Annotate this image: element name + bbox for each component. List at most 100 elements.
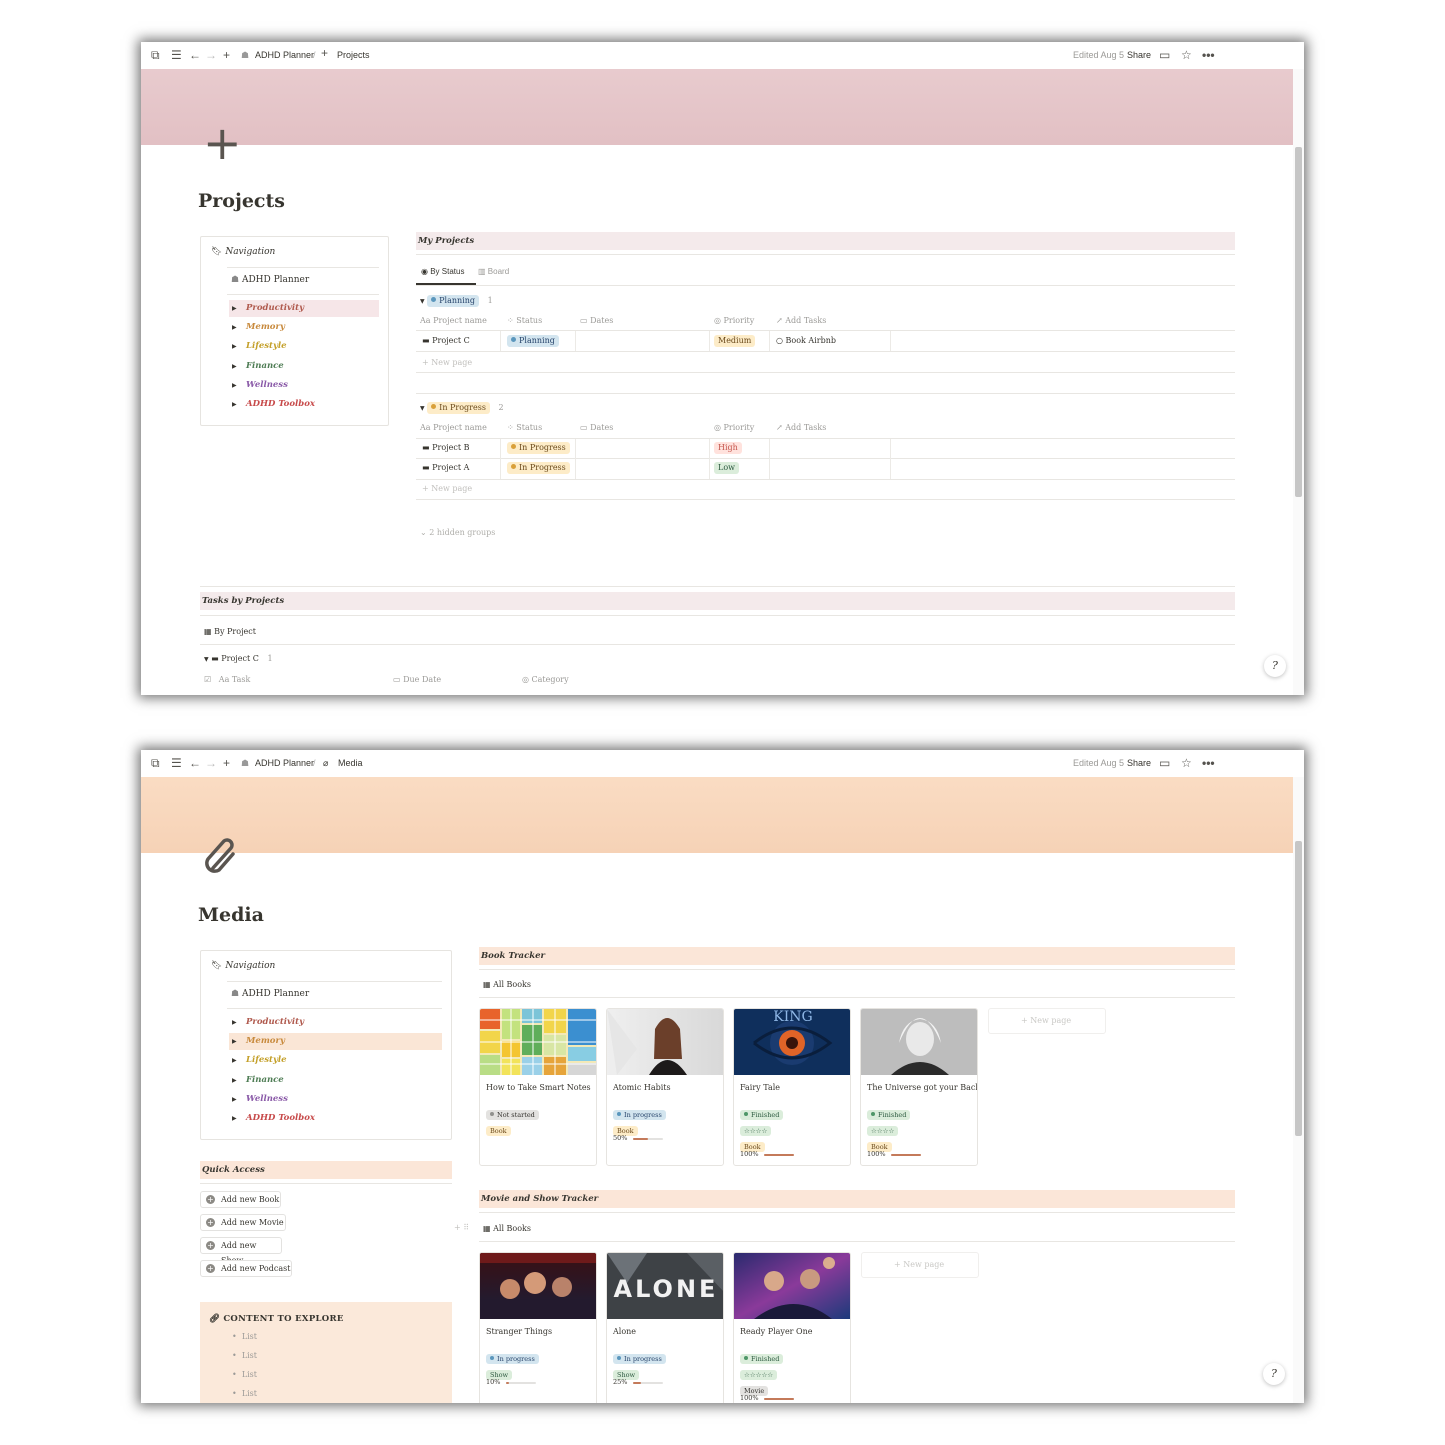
nav-item-adhd-toolbox[interactable]: ▶ ADHD Toolbox xyxy=(229,396,379,413)
table-row[interactable]: ▬ Project C xyxy=(422,336,470,345)
nav-item-wellness[interactable]: ▶ Wellness xyxy=(229,377,379,394)
book-card[interactable]: The Universe got your Back Finished ☆☆☆☆… xyxy=(860,1008,978,1166)
content-to-explore-heading: 🔗︎ CONTENT TO EXPLORE xyxy=(209,1314,344,1324)
more-icon[interactable]: ••• xyxy=(1202,49,1215,62)
link-icon: 🔗︎ xyxy=(209,1314,221,1324)
nav-item-productivity[interactable]: ▶ Productivity xyxy=(229,1014,442,1031)
breadcrumb-root[interactable]: ADHD Planner xyxy=(255,49,314,62)
priority-badge: Low xyxy=(714,462,739,474)
planner-crumb-icon: ☗ xyxy=(241,758,250,768)
add-new-podcast-button[interactable]: + Add new Podcast xyxy=(200,1260,292,1277)
new-page-button[interactable]: + New page xyxy=(422,358,472,367)
card-title: How to Take Smart Notes xyxy=(486,1083,591,1092)
folder-icon: ▬ xyxy=(422,463,430,472)
nav-item-memory[interactable]: ▶ Memory xyxy=(229,319,379,336)
share-button[interactable]: Share xyxy=(1127,49,1151,62)
nav-item-finance[interactable]: ▶ Finance xyxy=(229,358,379,375)
navigation-box: 🔖︎ Navigation ☗ ADHD Planner ▶ Productivi… xyxy=(200,950,452,1140)
card-title: Ready Player One xyxy=(740,1327,813,1336)
movie-card[interactable]: Ready Player One Finished ☆☆☆☆☆ Movie 10… xyxy=(733,1252,851,1403)
nav-item-adhd-toolbox[interactable]: ▶ ADHD Toolbox xyxy=(229,1110,442,1127)
sidebar-toggle-icon[interactable]: ⧉ xyxy=(151,49,160,62)
new-page-card[interactable]: + New page xyxy=(988,1008,1106,1034)
group-planning-header[interactable]: ▼ Planning 1 xyxy=(420,295,493,307)
favorite-star-icon[interactable]: ☆ xyxy=(1181,757,1192,770)
add-new-show-button[interactable]: +Add new Show xyxy=(200,1237,282,1265)
back-arrow-icon[interactable]: ← xyxy=(189,49,201,62)
book-card[interactable]: Atomic Habits In progress Book 50% xyxy=(606,1008,724,1166)
list-item: • List xyxy=(232,1370,258,1379)
page-plus-icon: + xyxy=(203,116,242,170)
task-link[interactable]: ○ Book Airbnb xyxy=(776,336,836,345)
nav-item-lifestyle[interactable]: ▶ Lifestyle xyxy=(229,1052,442,1069)
group-project-c-header[interactable]: ▼ ▬ Project C 1 xyxy=(204,654,273,663)
comments-icon[interactable]: ▭ xyxy=(1159,49,1170,62)
column-status: ⁘ Status xyxy=(507,316,543,325)
forward-arrow-icon[interactable]: → xyxy=(205,49,217,62)
plus-circle-icon: + xyxy=(206,1195,215,1204)
hidden-groups-toggle[interactable]: ⌄ 2 hidden groups xyxy=(420,528,495,537)
nav-item-finance[interactable]: ▶ Finance xyxy=(229,1072,442,1089)
movie-tracker-heading: Movie and Show Tracker xyxy=(479,1190,1235,1208)
gallery-view-icon: ▦ xyxy=(483,1224,491,1233)
nav-link-adhd-planner[interactable]: ☗ ADHD Planner xyxy=(231,275,309,285)
more-icon[interactable]: ••• xyxy=(1202,757,1215,770)
forward-arrow-icon[interactable]: → xyxy=(205,757,217,770)
favorite-star-icon[interactable]: ☆ xyxy=(1181,49,1192,62)
help-button[interactable]: ? xyxy=(1263,1363,1285,1385)
scrollbar[interactable] xyxy=(1293,69,1304,695)
table-row[interactable]: ▬ Project A xyxy=(422,463,469,472)
add-new-book-button[interactable]: + Add new Book xyxy=(200,1191,281,1208)
column-priority: ◎ Priority xyxy=(714,423,755,432)
tab-by-project[interactable]: ▦ By Project xyxy=(204,627,256,636)
nav-item-lifestyle[interactable]: ▶ Lifestyle xyxy=(229,338,379,355)
book-card[interactable]: How to Take Smart Notes Not started Book xyxy=(479,1008,597,1166)
sidebar-toggle-icon[interactable]: ⧉ xyxy=(151,757,160,770)
nav-item-productivity[interactable]: ▶ Productivity xyxy=(229,300,379,317)
tab-all-books[interactable]: ▦ All Books xyxy=(483,1224,531,1233)
back-arrow-icon[interactable]: ← xyxy=(189,757,201,770)
list-item: • List xyxy=(232,1351,258,1360)
tasks-by-projects-heading: Tasks by Projects xyxy=(200,592,1235,610)
add-icon[interactable]: + xyxy=(223,49,230,62)
breadcrumb-page[interactable]: Projects xyxy=(337,49,370,62)
share-button[interactable]: Share xyxy=(1127,757,1151,770)
scrollbar[interactable] xyxy=(1293,777,1304,1403)
tab-all-books[interactable]: ▦ All Books xyxy=(483,980,531,989)
breadcrumb-root[interactable]: ADHD Planner xyxy=(255,757,314,770)
column-add-tasks: ↗ Add Tasks xyxy=(776,423,827,432)
status-badge: In Progress xyxy=(507,442,570,454)
menu-icon[interactable]: ☰ xyxy=(171,49,182,62)
breadcrumb-page[interactable]: Media xyxy=(338,757,363,770)
column-status: ⁘ Status xyxy=(507,423,543,432)
comments-icon[interactable]: ▭ xyxy=(1159,757,1170,770)
table-row[interactable]: ▬ Project B xyxy=(422,443,469,452)
card-title: Fairy Tale xyxy=(740,1083,780,1092)
plus-circle-icon: + xyxy=(206,1264,215,1273)
new-page-button[interactable]: + New page xyxy=(422,484,472,493)
menu-icon[interactable]: ☰ xyxy=(171,757,182,770)
list-item: • List xyxy=(232,1332,258,1341)
column-priority: ◎ Priority xyxy=(714,316,755,325)
tab-by-status[interactable]: ◉ By Status xyxy=(421,267,464,276)
bookmark-icon: 🔖︎ xyxy=(211,961,223,971)
priority-badge: Medium xyxy=(714,335,756,347)
add-icon[interactable]: + xyxy=(223,757,230,770)
nav-item-wellness[interactable]: ▶ Wellness xyxy=(229,1091,442,1108)
book-card[interactable]: KING Fairy Tale Finished ☆☆☆☆ Book 100% xyxy=(733,1008,851,1166)
new-page-card[interactable]: + New page xyxy=(861,1252,979,1278)
nav-item-memory[interactable]: ▶ Memory xyxy=(229,1033,442,1050)
progress-bar xyxy=(891,1154,921,1156)
breadcrumb-separator: / xyxy=(313,758,316,768)
add-new-movie-button[interactable]: + Add new Movie xyxy=(200,1214,286,1231)
folder-icon: ▬ xyxy=(422,336,430,345)
movie-card[interactable]: Stranger Things In progress Show 10% xyxy=(479,1252,597,1403)
drag-handle-icon[interactable]: + ⠿ xyxy=(454,1223,469,1232)
status-view-icon: ◉ xyxy=(421,267,428,276)
movie-card[interactable]: ALONE Alone In progress Show 25% xyxy=(606,1252,724,1403)
tab-board[interactable]: ▥ Board xyxy=(478,267,509,276)
group-in-progress-header[interactable]: ▼ In Progress 2 xyxy=(420,402,504,414)
cover-lettering: ALONE xyxy=(614,1275,719,1303)
nav-link-adhd-planner[interactable]: ☗ ADHD Planner xyxy=(231,989,309,999)
help-button[interactable]: ? xyxy=(1264,655,1286,677)
